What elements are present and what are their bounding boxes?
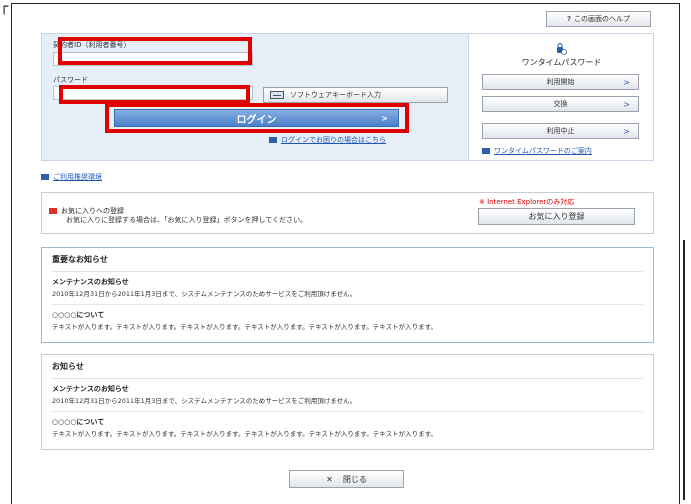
important-notices: 重要なお知らせ メンテナンスのお知らせ 2010年12月31日から2011年1月…: [41, 247, 654, 343]
important-heading: 重要なお知らせ: [52, 248, 643, 272]
otp-title: ワンタイムパスワード: [521, 58, 602, 67]
notice-body: 2010年12月31日から2011年1月3日まで、システムメンテナンスのためサー…: [52, 397, 357, 405]
notice-item: メンテナンスのお知らせ 2010年12月31日から2011年1月3日まで、システ…: [52, 272, 643, 305]
notice-title: メンテナンスのお知らせ: [52, 385, 129, 393]
otp-stop-button[interactable]: 利用中止 >: [482, 123, 639, 139]
link-icon: [269, 137, 277, 143]
chevron-right-icon: >: [623, 77, 630, 87]
favorites-note: ※ Internet Explorerのみ対応: [479, 198, 575, 206]
highlight-password: [59, 85, 250, 104]
notice-title: ○○○○について: [52, 311, 105, 319]
software-keyboard-label: ソフトウェアキーボード入力: [290, 91, 381, 99]
notice-body: テキストが入ります。テキストが入ります。テキストが入ります。テキストが入ります。…: [52, 323, 437, 331]
otp-start-label: 利用開始: [546, 78, 575, 86]
link-icon: [482, 148, 490, 154]
password-label: パスワード: [53, 76, 88, 84]
help-label: この画面のヘルプ: [574, 15, 631, 23]
otp-exchange-button[interactable]: 交換 >: [482, 96, 639, 112]
highlight-id: [58, 37, 252, 65]
otp-exchange-label: 交換: [553, 100, 568, 108]
add-favorite-button[interactable]: お気に入り登録: [478, 208, 635, 225]
notices-heading: お知らせ: [52, 355, 643, 379]
chevron-right-icon: >: [623, 99, 630, 109]
login-trouble-link[interactable]: ログインでお困りの場合はこちら: [269, 135, 386, 145]
notice-body: 2010年12月31日から2011年1月3日まで、システムメンテナンスのためサー…: [52, 290, 357, 298]
notice-item: ○○○○について テキストが入ります。テキストが入ります。テキストが入ります。テ…: [52, 305, 643, 337]
environment-link[interactable]: ご利用推奨環境: [41, 172, 102, 182]
close-label: 閉じる: [342, 474, 367, 484]
notice-body: テキストが入ります。テキストが入ります。テキストが入ります。テキストが入ります。…: [52, 430, 437, 438]
favorites-icon: [49, 208, 57, 214]
add-favorite-label: お気に入り登録: [528, 212, 585, 221]
general-notices: お知らせ メンテナンスのお知らせ 2010年12月31日から2011年1月3日ま…: [41, 354, 654, 450]
favorites-description: お気に入りに登録する場合は、「お気に入り登録」ボタンを押してください。: [66, 216, 308, 224]
corner-mark: ┌: [0, 0, 9, 15]
keyboard-icon: [270, 91, 284, 99]
link-icon: [41, 174, 49, 180]
chevron-right-icon: >: [623, 126, 630, 136]
close-button[interactable]: ✕ 閉じる: [289, 470, 404, 488]
highlight-login: [105, 103, 409, 133]
notice-item: ○○○○について テキストが入ります。テキストが入ります。テキストが入ります。テ…: [52, 412, 643, 444]
otp-stop-label: 利用中止: [546, 127, 575, 135]
question-icon: ?: [566, 15, 572, 23]
software-keyboard-button[interactable]: ソフトウェアキーボード入力: [263, 87, 448, 103]
notice-title: ○○○○について: [52, 418, 105, 426]
help-button[interactable]: ? この画面のヘルプ: [546, 11, 651, 27]
close-icon: ✕: [326, 474, 333, 484]
notice-title: メンテナンスのお知らせ: [52, 278, 129, 286]
frame-edge: [683, 240, 685, 500]
otp-info-link[interactable]: ワンタイムパスワードのご案内: [482, 146, 592, 156]
otp-token-icon: [557, 43, 567, 55]
otp-start-button[interactable]: 利用開始 >: [482, 74, 639, 90]
notice-item: メンテナンスのお知らせ 2010年12月31日から2011年1月3日まで、システ…: [52, 379, 643, 412]
